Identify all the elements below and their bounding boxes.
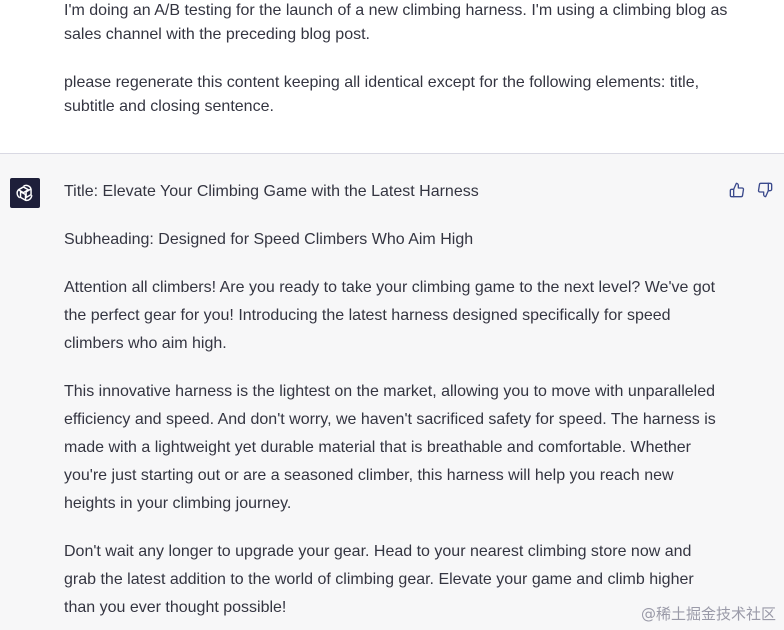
openai-logo-icon (10, 178, 40, 208)
watermark: @稀土掘金技术社区 (640, 605, 776, 623)
thumbs-down-icon (757, 182, 772, 197)
user-message-paragraph: please regenerate this content keeping a… (64, 74, 700, 115)
assistant-paragraph: Don't wait any longer to upgrade your ge… (64, 543, 694, 616)
assistant-message: Title: Elevate Your Climbing Game with t… (0, 154, 784, 630)
feedback-buttons (728, 181, 773, 198)
user-message-text: I'm doing an A/B testing for the launch … (64, 0, 744, 143)
chat-page: I'm doing an A/B testing for the launch … (0, 0, 784, 630)
user-message-paragraph: I'm doing an A/B testing for the launch … (64, 2, 728, 43)
assistant-paragraph: This innovative harness is the lightest … (64, 383, 716, 512)
thumbs-up-button[interactable] (728, 181, 745, 198)
assistant-subheading-line: Subheading: Designed for Speed Climbers … (64, 231, 474, 248)
thumbs-up-icon (729, 182, 744, 197)
assistant-paragraph: Attention all climbers! Are you ready to… (64, 279, 716, 352)
assistant-title-line: Title: Elevate Your Climbing Game with t… (64, 183, 479, 200)
thumbs-down-button[interactable] (756, 181, 773, 198)
user-message: I'm doing an A/B testing for the launch … (0, 0, 784, 154)
assistant-message-text: Title: Elevate Your Climbing Game with t… (64, 178, 724, 630)
